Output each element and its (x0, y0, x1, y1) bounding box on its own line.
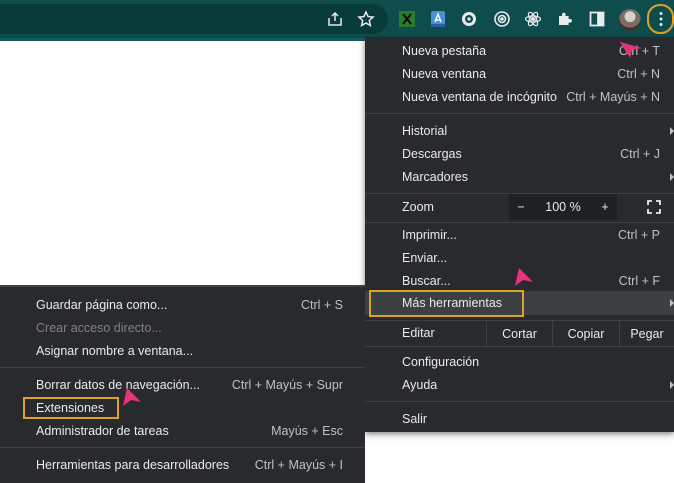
menu-item-history[interactable]: Historial (365, 119, 674, 142)
zoom-value: 100 % (533, 194, 593, 220)
zoom-out-button[interactable]: − (509, 194, 533, 220)
submenu-item-label: Administrador de tareas (36, 424, 169, 438)
menu-divider (365, 346, 674, 347)
menu-item-new-incognito[interactable]: Nueva ventana de incógnito Ctrl + Mayús … (365, 85, 674, 108)
fullscreen-icon[interactable] (636, 194, 672, 220)
shortcut-label: Ctrl + Mayús + Supr (231, 378, 343, 392)
highlight-box (23, 397, 119, 419)
shortcut-label: Ctrl + J (620, 146, 660, 161)
menu-item-label: Historial (402, 123, 448, 138)
menu-item-label: Enviar... (402, 250, 448, 265)
submenu-divider (0, 447, 365, 448)
submenu-item-save-page[interactable]: Guardar página como... Ctrl + S (0, 294, 365, 316)
copy-button[interactable]: Copiar (552, 321, 619, 346)
minus-icon: − (517, 200, 525, 214)
zoom-row: Zoom − 100 % + (365, 194, 674, 220)
menu-item-downloads[interactable]: Descargas Ctrl + J (365, 142, 674, 165)
chevron-right-icon (670, 126, 674, 135)
star-icon[interactable] (355, 8, 377, 30)
extension-x-icon[interactable] (396, 8, 418, 30)
edit-row: Editar Cortar Copiar Pegar (365, 321, 674, 346)
more-tools-submenu: Guardar página como... Ctrl + S Crear ac… (0, 285, 365, 483)
zoom-in-button[interactable]: + (593, 194, 617, 220)
extension-target-icon[interactable] (491, 8, 513, 30)
shortcut-label: Ctrl + N (617, 66, 660, 81)
edit-label: Editar (402, 326, 435, 340)
shortcut-label: Ctrl + F (618, 273, 660, 288)
share-icon[interactable] (324, 8, 346, 30)
submenu-item-label: Borrar datos de navegación... (36, 378, 200, 392)
more-vert-icon[interactable] (647, 4, 674, 34)
chevron-right-icon (670, 380, 674, 389)
submenu-item-create-shortcut: Crear acceso directo... (0, 317, 365, 339)
shortcut-label: Ctrl + Mayús + N (566, 89, 660, 104)
submenu-item-task-manager[interactable]: Administrador de tareas Mayús + Esc (0, 420, 365, 442)
submenu-item-label: Guardar página como... (36, 298, 168, 312)
plus-icon: + (601, 200, 609, 214)
chevron-right-icon (670, 172, 674, 181)
shortcut-label: Mayús + Esc (271, 424, 343, 438)
extension-a-icon[interactable] (427, 8, 449, 30)
menu-item-bookmarks[interactable]: Marcadores (365, 165, 674, 188)
menu-item-label: Configuración (402, 354, 480, 369)
menu-item-print[interactable]: Imprimir... Ctrl + P (365, 223, 674, 246)
shortcut-label: Ctrl + P (617, 227, 660, 242)
copy-label: Copiar (567, 326, 605, 341)
menu-item-label: Descargas (402, 146, 462, 161)
submenu-item-label: Asignar nombre a ventana... (36, 344, 194, 358)
menu-item-settings[interactable]: Configuración (365, 350, 674, 373)
highlight-box (369, 290, 524, 317)
pointer-arrow-icon (123, 388, 141, 406)
menu-item-help[interactable]: Ayuda (365, 373, 674, 396)
menu-item-label: Nueva ventana de incógnito (402, 89, 557, 104)
extension-gear-icon[interactable] (458, 8, 480, 30)
react-icon[interactable] (522, 8, 544, 30)
submenu-item-clear-data[interactable]: Borrar datos de navegación... Ctrl + May… (0, 374, 365, 396)
sidepanel-icon[interactable] (586, 8, 608, 30)
menu-item-label: Nueva ventana (402, 66, 487, 81)
menu-item-new-window[interactable]: Nueva ventana Ctrl + N (365, 62, 674, 85)
menu-item-label: Imprimir... (402, 227, 457, 242)
shortcut-label: Ctrl + S (300, 298, 343, 312)
submenu-item-name-window[interactable]: Asignar nombre a ventana... (0, 340, 365, 362)
paste-button[interactable]: Pegar (619, 321, 674, 346)
pointer-arrow-icon (515, 268, 533, 286)
browser-toolbar (0, 0, 674, 38)
chrome-main-menu: Nueva pestaña Ctrl + T Nueva ventana Ctr… (365, 37, 674, 432)
menu-item-label: Ayuda (402, 377, 438, 392)
submenu-item-dev-tools[interactable]: Herramientas para desarrolladores Ctrl +… (0, 454, 365, 476)
menu-divider (365, 401, 674, 402)
submenu-divider (0, 367, 365, 368)
avatar[interactable] (619, 9, 641, 31)
menu-item-label: Buscar... (402, 273, 451, 288)
chevron-right-icon (670, 299, 674, 307)
menu-item-exit[interactable]: Salir (365, 407, 674, 430)
cut-label: Cortar (502, 326, 537, 341)
zoom-value-label: 100 % (545, 200, 581, 214)
pointer-arrow-icon (620, 42, 642, 58)
menu-divider (365, 113, 674, 114)
submenu-item-label: Herramientas para desarrolladores (36, 458, 230, 472)
shortcut-label: Ctrl + Mayús + I (254, 458, 343, 472)
submenu-item-label: Crear acceso directo... (36, 321, 162, 335)
menu-item-label: Salir (402, 411, 428, 426)
menu-item-label: Marcadores (402, 169, 468, 184)
paste-label: Pegar (630, 326, 664, 341)
puzzle-icon[interactable] (554, 8, 576, 30)
cut-button[interactable]: Cortar (486, 321, 552, 346)
zoom-label: Zoom (402, 200, 434, 214)
menu-item-label: Nueva pestaña (402, 43, 487, 58)
